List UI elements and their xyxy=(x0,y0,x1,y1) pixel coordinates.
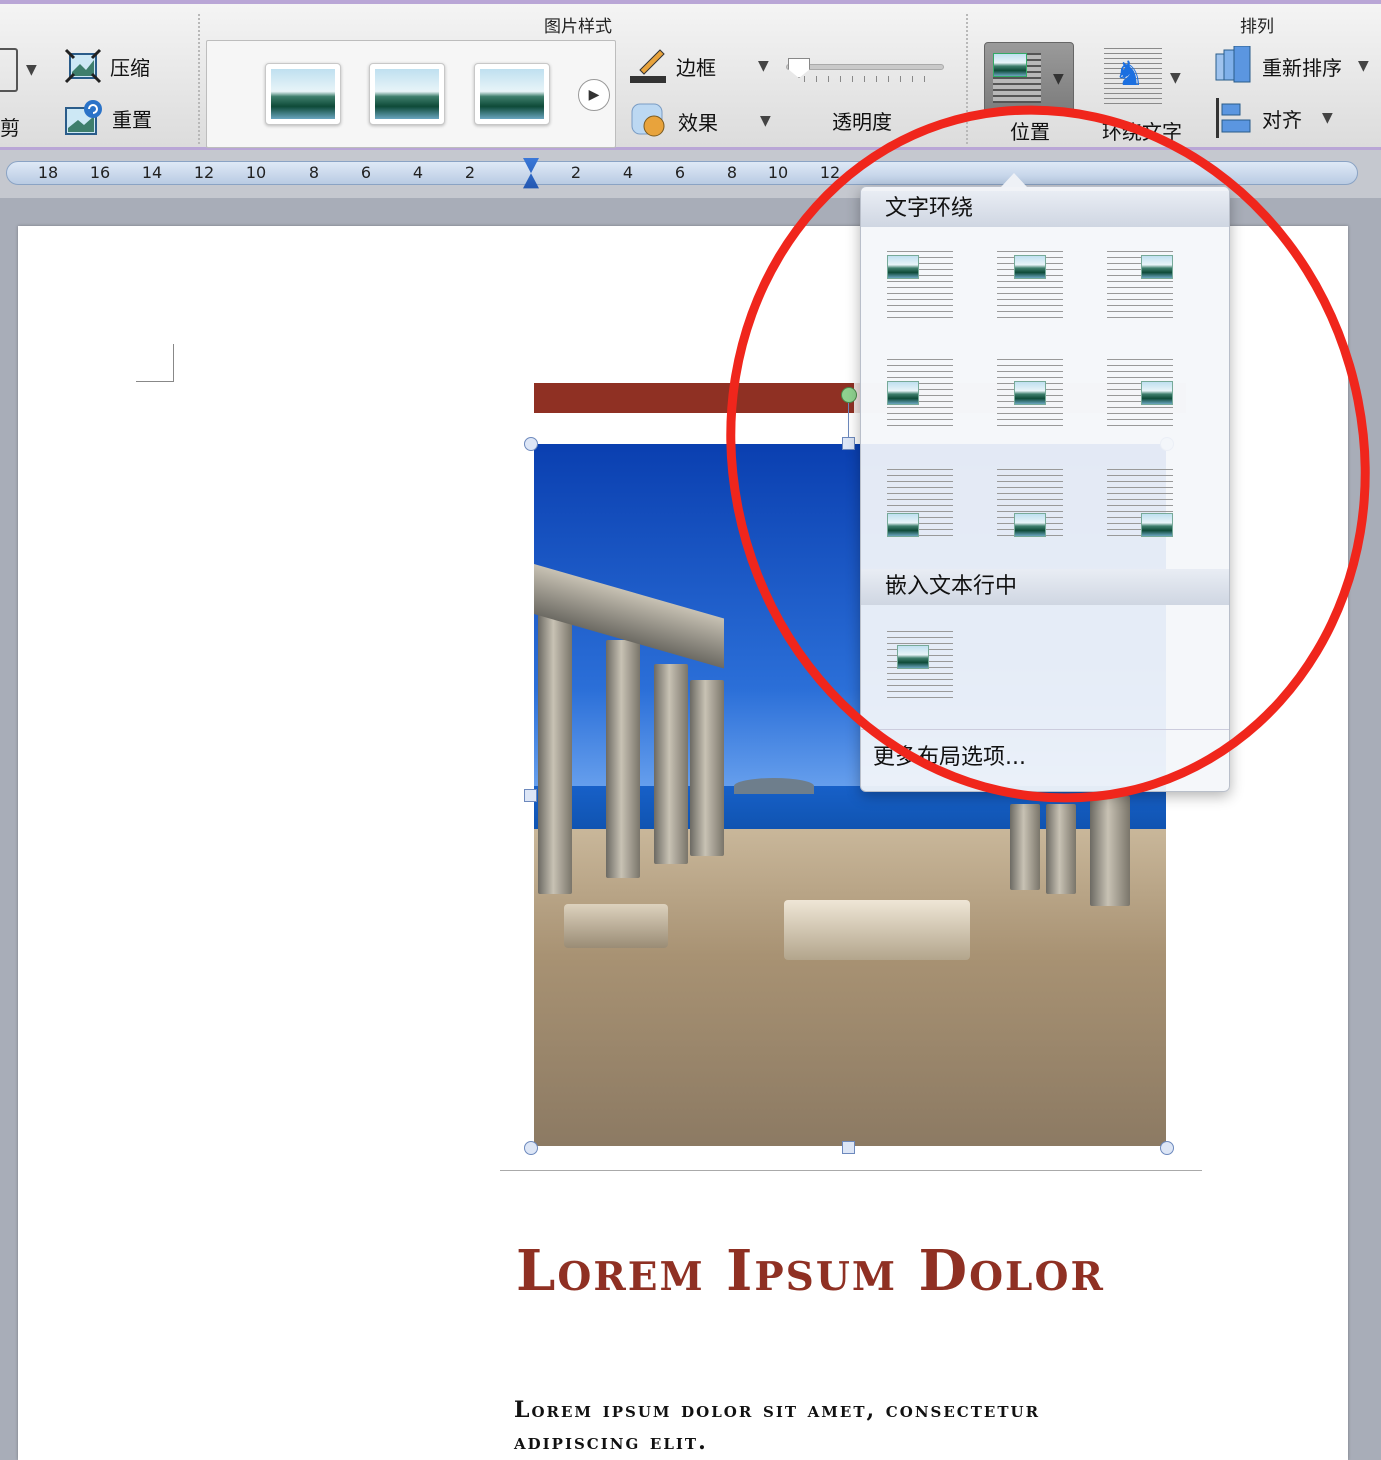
chevron-down-icon: ▼ xyxy=(1053,71,1064,87)
separator xyxy=(198,14,200,144)
wrap-text-icon: ♞ xyxy=(1104,48,1162,104)
transparency-slider[interactable] xyxy=(786,58,944,84)
photo-stone-block xyxy=(564,904,668,948)
photo-island xyxy=(734,778,814,794)
ruler-tick: 4 xyxy=(412,163,424,182)
arrange-group-title: 排列 xyxy=(1240,17,1274,37)
photo-column xyxy=(1046,804,1076,894)
compress-label: 压缩 xyxy=(110,55,150,80)
photo-column xyxy=(654,664,688,864)
resize-handle-bottom-left[interactable] xyxy=(524,1141,538,1155)
ruler-tick: 8 xyxy=(308,163,320,182)
pen-icon xyxy=(630,49,666,83)
reset-label: 重置 xyxy=(112,107,152,132)
align-dropdown[interactable]: 对齐 ▼ xyxy=(1214,98,1333,138)
crop-button[interactable]: 剪 xyxy=(0,112,20,141)
slider-ticks xyxy=(804,76,936,82)
photo-column xyxy=(538,614,572,894)
picture-style-preview xyxy=(375,69,439,119)
chevron-down-icon: ▼ xyxy=(1170,70,1181,86)
effects-label: 效果 xyxy=(678,110,718,135)
border-dropdown[interactable]: 边框 ▼ xyxy=(630,48,769,84)
compress-icon xyxy=(64,48,102,84)
ruler-tick: 12 xyxy=(193,163,215,182)
reset-picture-icon xyxy=(65,100,102,135)
transparency-label: 透明度 xyxy=(832,110,892,134)
ruler-tick: 6 xyxy=(360,163,372,182)
effects-dropdown[interactable]: 效果 ▼ xyxy=(630,102,771,140)
play-arrow-icon: ▶ xyxy=(588,87,600,103)
position-icon xyxy=(993,53,1041,103)
chevron-down-icon: ▼ xyxy=(1358,58,1369,74)
align-label: 对齐 xyxy=(1262,107,1302,132)
reorder-label: 重新排序 xyxy=(1262,55,1342,80)
photo-stone-block xyxy=(784,900,970,960)
margin-corner-mark xyxy=(136,344,174,382)
align-icon xyxy=(1216,98,1251,138)
ruler-tick: 2 xyxy=(464,163,476,182)
crop-icon xyxy=(0,48,18,92)
compress-button[interactable]: 压缩 xyxy=(64,48,150,84)
crop-dropdown[interactable]: ▼ xyxy=(0,48,37,92)
ruler-tick: 18 xyxy=(37,163,59,182)
crop-label: 剪 xyxy=(0,116,20,140)
document-title[interactable]: Lorem Ipsum Dolor xyxy=(516,1230,1188,1312)
ruler-tick: 16 xyxy=(89,163,111,182)
picture-styles-group-title: 图片样式 xyxy=(544,17,612,37)
wrap-text-button[interactable]: ♞ ▼ xyxy=(1104,48,1184,108)
section-divider xyxy=(500,1170,1202,1171)
position-button[interactable]: ▼ xyxy=(984,42,1074,114)
ruler-tick: 6 xyxy=(674,163,686,182)
border-label: 边框 xyxy=(676,55,716,80)
ruler-tick: 10 xyxy=(767,163,789,182)
chevron-down-icon: ▼ xyxy=(26,62,37,78)
gallery-next-button[interactable]: ▶ xyxy=(578,79,610,111)
picture-style-option[interactable] xyxy=(265,63,341,125)
picture-style-option[interactable] xyxy=(369,63,445,125)
ruler-tick: 14 xyxy=(141,163,163,182)
reorder-dropdown[interactable]: 重新排序 ▼ xyxy=(1214,46,1369,86)
ruler-tick: 2 xyxy=(570,163,582,182)
picture-style-preview xyxy=(271,69,335,119)
resize-handle-top-left[interactable] xyxy=(524,437,538,451)
photo-column xyxy=(606,640,640,878)
chevron-down-icon: ▼ xyxy=(760,113,771,129)
ruler-tick: 10 xyxy=(245,163,267,182)
resize-handle-bottom-right[interactable] xyxy=(1160,1141,1174,1155)
effects-icon xyxy=(631,103,665,137)
photo-column xyxy=(1090,796,1130,906)
picture-style-option[interactable] xyxy=(474,63,550,125)
reset-picture-button[interactable]: 重置 xyxy=(64,98,152,138)
slider-thumb[interactable] xyxy=(788,58,810,78)
resize-handle-left[interactable] xyxy=(524,789,537,802)
ruler-tick: 8 xyxy=(726,163,738,182)
ribbon: 图片样式 排列 ▼ 剪 压缩 重置 ▶ 边框 ▼ 效果 ▼ 透明度 ▼ 位置 ♞… xyxy=(0,0,1381,150)
chevron-down-icon: ▼ xyxy=(758,58,769,74)
photo-column xyxy=(1010,804,1040,890)
ruler-tick: 4 xyxy=(622,163,634,182)
resize-handle-bottom[interactable] xyxy=(842,1141,855,1154)
picture-style-gallery: ▶ xyxy=(206,40,616,148)
chevron-down-icon: ▼ xyxy=(1322,110,1333,126)
reorder-icon xyxy=(1215,46,1251,83)
picture-style-preview xyxy=(480,69,544,119)
document-subtitle[interactable]: Lorem ipsum dolor sit amet, consectetur … xyxy=(514,1394,1174,1458)
photo-column xyxy=(690,680,724,856)
